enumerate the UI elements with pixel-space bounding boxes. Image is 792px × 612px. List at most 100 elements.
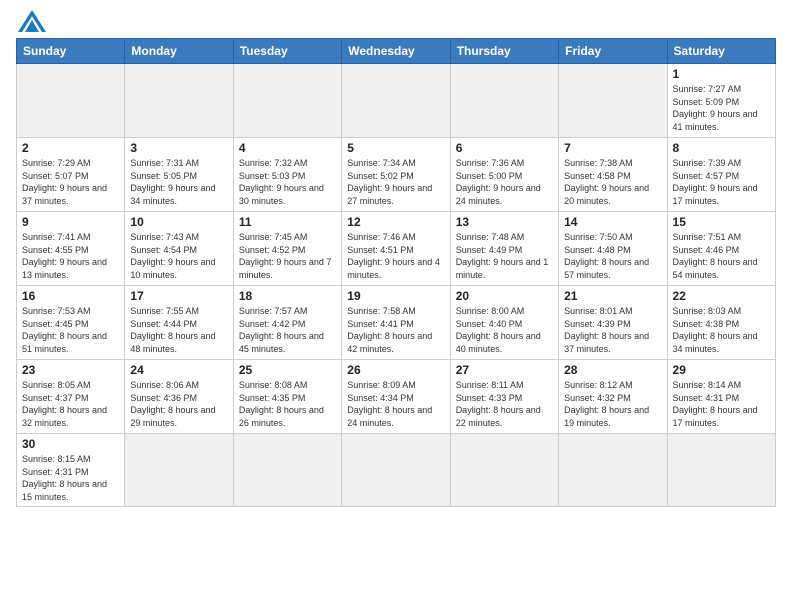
calendar-day-cell: 7Sunrise: 7:38 AM Sunset: 4:58 PM Daylig… — [559, 138, 667, 212]
day-number: 4 — [239, 141, 336, 155]
day-info: Sunrise: 7:48 AM Sunset: 4:49 PM Dayligh… — [456, 231, 553, 281]
day-number: 14 — [564, 215, 661, 229]
calendar-day-cell — [667, 434, 775, 507]
day-info: Sunrise: 7:58 AM Sunset: 4:41 PM Dayligh… — [347, 305, 444, 355]
logo-icon — [18, 10, 46, 32]
calendar-day-cell — [125, 64, 233, 138]
calendar-week-row: 1Sunrise: 7:27 AM Sunset: 5:09 PM Daylig… — [17, 64, 776, 138]
calendar-day-cell: 30 Sunrise: 8:15 AM Sunset: 4:31 PM Dayli… — [17, 434, 125, 507]
calendar-day-cell: 11 Sunrise: 7:45 AM Sunset: 4:52 PM Dayli… — [233, 212, 341, 286]
day-number: 8 — [673, 141, 770, 155]
day-info: Sunrise: 7:43 AM Sunset: 4:54 PM Dayligh… — [130, 231, 227, 281]
calendar-page: SundayMondayTuesdayWednesdayThursdayFrid… — [0, 0, 792, 612]
day-number: 20 — [456, 289, 553, 303]
day-number: 9 — [22, 215, 119, 229]
weekday-header-friday: Friday — [559, 39, 667, 64]
calendar-day-cell: 27 Sunrise: 8:11 AM Sunset: 4:33 PM Dayli… — [450, 360, 558, 434]
day-info: Sunrise: 8:08 AM Sunset: 4:35 PM Dayligh… — [239, 379, 336, 429]
day-info: Sunrise: 7:46 AM Sunset: 4:51 PM Dayligh… — [347, 231, 444, 281]
day-info: Sunrise: 7:51 AM Sunset: 4:46 PM Dayligh… — [673, 231, 770, 281]
logo — [16, 10, 46, 32]
day-number: 26 — [347, 363, 444, 377]
calendar-day-cell: 24 Sunrise: 8:06 AM Sunset: 4:36 PM Dayli… — [125, 360, 233, 434]
calendar-day-cell: 22 Sunrise: 8:03 AM Sunset: 4:38 PM Dayli… — [667, 286, 775, 360]
calendar-table: SundayMondayTuesdayWednesdayThursdayFrid… — [16, 38, 776, 507]
day-info: Sunrise: 8:11 AM Sunset: 4:33 PM Dayligh… — [456, 379, 553, 429]
day-number: 5 — [347, 141, 444, 155]
day-info: Sunrise: 8:00 AM Sunset: 4:40 PM Dayligh… — [456, 305, 553, 355]
day-number: 17 — [130, 289, 227, 303]
day-info: Sunrise: 8:15 AM Sunset: 4:31 PM Dayligh… — [22, 453, 119, 503]
day-number: 29 — [673, 363, 770, 377]
day-info: Sunrise: 7:36 AM Sunset: 5:00 PM Dayligh… — [456, 157, 553, 207]
weekday-header-tuesday: Tuesday — [233, 39, 341, 64]
calendar-day-cell: 3Sunrise: 7:31 AM Sunset: 5:05 PM Daylig… — [125, 138, 233, 212]
calendar-day-cell: 23 Sunrise: 8:05 AM Sunset: 4:37 PM Dayli… — [17, 360, 125, 434]
calendar-day-cell: 10 Sunrise: 7:43 AM Sunset: 4:54 PM Dayli… — [125, 212, 233, 286]
weekday-header-sunday: Sunday — [17, 39, 125, 64]
day-info: Sunrise: 8:12 AM Sunset: 4:32 PM Dayligh… — [564, 379, 661, 429]
day-number: 25 — [239, 363, 336, 377]
calendar-day-cell: 15 Sunrise: 7:51 AM Sunset: 4:46 PM Dayli… — [667, 212, 775, 286]
weekday-header-thursday: Thursday — [450, 39, 558, 64]
calendar-day-cell: 26 Sunrise: 8:09 AM Sunset: 4:34 PM Dayli… — [342, 360, 450, 434]
calendar-day-cell — [342, 64, 450, 138]
day-info: Sunrise: 7:57 AM Sunset: 4:42 PM Dayligh… — [239, 305, 336, 355]
calendar-day-cell: 13Sunrise: 7:48 AM Sunset: 4:49 PM Dayli… — [450, 212, 558, 286]
day-info: Sunrise: 8:05 AM Sunset: 4:37 PM Dayligh… — [22, 379, 119, 429]
day-number: 15 — [673, 215, 770, 229]
calendar-day-cell: 29 Sunrise: 8:14 AM Sunset: 4:31 PM Dayli… — [667, 360, 775, 434]
weekday-header-row: SundayMondayTuesdayWednesdayThursdayFrid… — [17, 39, 776, 64]
day-info: Sunrise: 7:53 AM Sunset: 4:45 PM Dayligh… — [22, 305, 119, 355]
calendar-week-row: 16 Sunrise: 7:53 AM Sunset: 4:45 PM Dayli… — [17, 286, 776, 360]
calendar-week-row: 9 Sunrise: 7:41 AM Sunset: 4:55 PM Daylig… — [17, 212, 776, 286]
day-number: 22 — [673, 289, 770, 303]
calendar-day-cell — [233, 64, 341, 138]
weekday-header-saturday: Saturday — [667, 39, 775, 64]
calendar-day-cell — [559, 64, 667, 138]
day-info: Sunrise: 8:01 AM Sunset: 4:39 PM Dayligh… — [564, 305, 661, 355]
calendar-day-cell — [559, 434, 667, 507]
calendar-day-cell — [342, 434, 450, 507]
calendar-day-cell: 9 Sunrise: 7:41 AM Sunset: 4:55 PM Daylig… — [17, 212, 125, 286]
day-info: Sunrise: 7:45 AM Sunset: 4:52 PM Dayligh… — [239, 231, 336, 281]
day-number: 21 — [564, 289, 661, 303]
calendar-day-cell: 25 Sunrise: 8:08 AM Sunset: 4:35 PM Dayli… — [233, 360, 341, 434]
day-info: Sunrise: 7:29 AM Sunset: 5:07 PM Dayligh… — [22, 157, 119, 207]
weekday-header-monday: Monday — [125, 39, 233, 64]
page-header — [16, 10, 776, 32]
day-number: 24 — [130, 363, 227, 377]
calendar-day-cell: 19 Sunrise: 7:58 AM Sunset: 4:41 PM Dayli… — [342, 286, 450, 360]
day-info: Sunrise: 7:27 AM Sunset: 5:09 PM Dayligh… — [673, 83, 770, 133]
day-number: 19 — [347, 289, 444, 303]
calendar-day-cell: 4Sunrise: 7:32 AM Sunset: 5:03 PM Daylig… — [233, 138, 341, 212]
day-info: Sunrise: 8:06 AM Sunset: 4:36 PM Dayligh… — [130, 379, 227, 429]
calendar-day-cell: 14Sunrise: 7:50 AM Sunset: 4:48 PM Dayli… — [559, 212, 667, 286]
day-info: Sunrise: 8:03 AM Sunset: 4:38 PM Dayligh… — [673, 305, 770, 355]
calendar-day-cell — [17, 64, 125, 138]
day-number: 6 — [456, 141, 553, 155]
calendar-day-cell: 6 Sunrise: 7:36 AM Sunset: 5:00 PM Daylig… — [450, 138, 558, 212]
calendar-day-cell: 5Sunrise: 7:34 AM Sunset: 5:02 PM Daylig… — [342, 138, 450, 212]
calendar-day-cell: 21 Sunrise: 8:01 AM Sunset: 4:39 PM Dayli… — [559, 286, 667, 360]
calendar-day-cell: 1Sunrise: 7:27 AM Sunset: 5:09 PM Daylig… — [667, 64, 775, 138]
day-number: 7 — [564, 141, 661, 155]
day-number: 27 — [456, 363, 553, 377]
calendar-day-cell: 20 Sunrise: 8:00 AM Sunset: 4:40 PM Dayli… — [450, 286, 558, 360]
day-info: Sunrise: 7:39 AM Sunset: 4:57 PM Dayligh… — [673, 157, 770, 207]
day-info: Sunrise: 7:41 AM Sunset: 4:55 PM Dayligh… — [22, 231, 119, 281]
day-number: 12 — [347, 215, 444, 229]
day-number: 16 — [22, 289, 119, 303]
calendar-day-cell: 8 Sunrise: 7:39 AM Sunset: 4:57 PM Daylig… — [667, 138, 775, 212]
day-info: Sunrise: 8:14 AM Sunset: 4:31 PM Dayligh… — [673, 379, 770, 429]
day-number: 10 — [130, 215, 227, 229]
day-number: 23 — [22, 363, 119, 377]
day-info: Sunrise: 7:55 AM Sunset: 4:44 PM Dayligh… — [130, 305, 227, 355]
day-number: 18 — [239, 289, 336, 303]
calendar-day-cell — [125, 434, 233, 507]
day-number: 3 — [130, 141, 227, 155]
day-info: Sunrise: 8:09 AM Sunset: 4:34 PM Dayligh… — [347, 379, 444, 429]
calendar-day-cell: 28Sunrise: 8:12 AM Sunset: 4:32 PM Dayli… — [559, 360, 667, 434]
day-number: 11 — [239, 215, 336, 229]
day-number: 30 — [22, 437, 119, 451]
